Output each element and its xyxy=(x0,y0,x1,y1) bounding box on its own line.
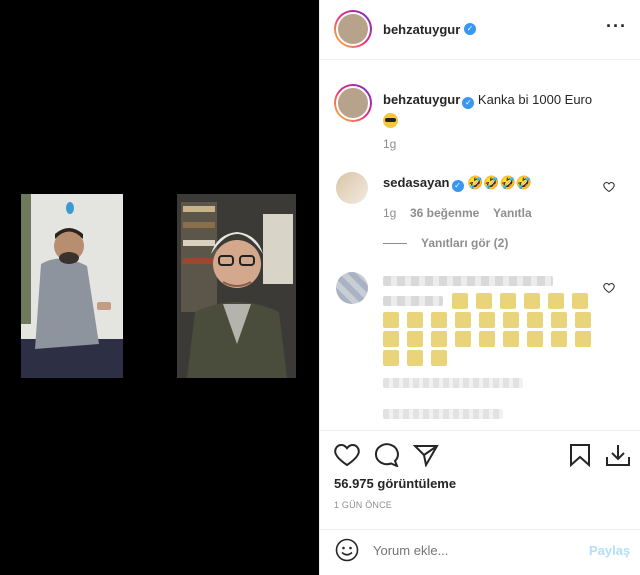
comment-like-heart-icon[interactable] xyxy=(603,181,615,196)
verified-icon: ✓ xyxy=(451,180,464,192)
comment-bubble-icon[interactable] xyxy=(373,443,399,470)
caption-text: Kanka bi 1000 Euro xyxy=(477,92,593,107)
commenter-avatar[interactable] xyxy=(336,172,368,204)
comment-input[interactable] xyxy=(373,540,573,560)
comment-body: sedasayan ✓ 🤣🤣🤣🤣 xyxy=(383,175,532,192)
caption: behzatuygur ✓ Kanka bi 1000 Euro xyxy=(383,91,623,130)
photo-right xyxy=(177,194,296,378)
photo-left xyxy=(21,194,123,378)
view-replies-label[interactable]: Yanıtları gör (2) xyxy=(421,236,508,250)
comment-likes[interactable]: 36 beğenme xyxy=(410,206,479,220)
sunglasses-emoji-icon xyxy=(383,112,623,130)
verified-icon: ✓ xyxy=(462,97,475,109)
comment-meta: 1g 36 beğenme Yanıtla xyxy=(383,205,532,220)
verified-icon: ✓ xyxy=(464,23,476,35)
more-options-icon[interactable]: ··· xyxy=(606,16,627,37)
blurred-avatar xyxy=(336,272,368,304)
post-header: behzatuygur ✓ ··· xyxy=(320,0,640,60)
bookmark-save-icon[interactable] xyxy=(568,443,592,470)
comment-time: 1g xyxy=(383,206,397,220)
author-avatar[interactable] xyxy=(334,10,372,48)
blurred-comment-heart-icon[interactable] xyxy=(603,282,615,297)
emoji-smiley-icon[interactable] xyxy=(335,538,359,565)
comment-box-divider xyxy=(320,529,640,530)
download-icon[interactable] xyxy=(605,443,631,470)
like-heart-icon[interactable] xyxy=(334,443,360,470)
view-replies[interactable]: Yanıtları gör (2) xyxy=(383,236,508,250)
reply-button[interactable]: Yanıtla xyxy=(493,206,532,220)
post-comment-button[interactable]: Paylaş xyxy=(589,543,630,558)
post-panel: behzatuygur ✓ ··· behzatuygur ✓ Kanka bi … xyxy=(319,0,640,575)
share-send-icon[interactable] xyxy=(412,443,439,470)
post-date[interactable]: 1 GÜN ÖNCE xyxy=(334,500,392,510)
caption-time: 1g xyxy=(383,137,397,151)
caption-avatar[interactable] xyxy=(334,84,372,122)
view-count[interactable]: 56.975 görüntüleme xyxy=(334,476,456,491)
comment-username[interactable]: sedasayan xyxy=(383,175,450,190)
post-media[interactable] xyxy=(0,0,319,575)
caption-username[interactable]: behzatuygur xyxy=(383,92,460,107)
comment-text: 🤣🤣🤣🤣 xyxy=(467,175,532,190)
author-username[interactable]: behzatuygur xyxy=(383,22,460,37)
actions-divider xyxy=(320,430,640,431)
